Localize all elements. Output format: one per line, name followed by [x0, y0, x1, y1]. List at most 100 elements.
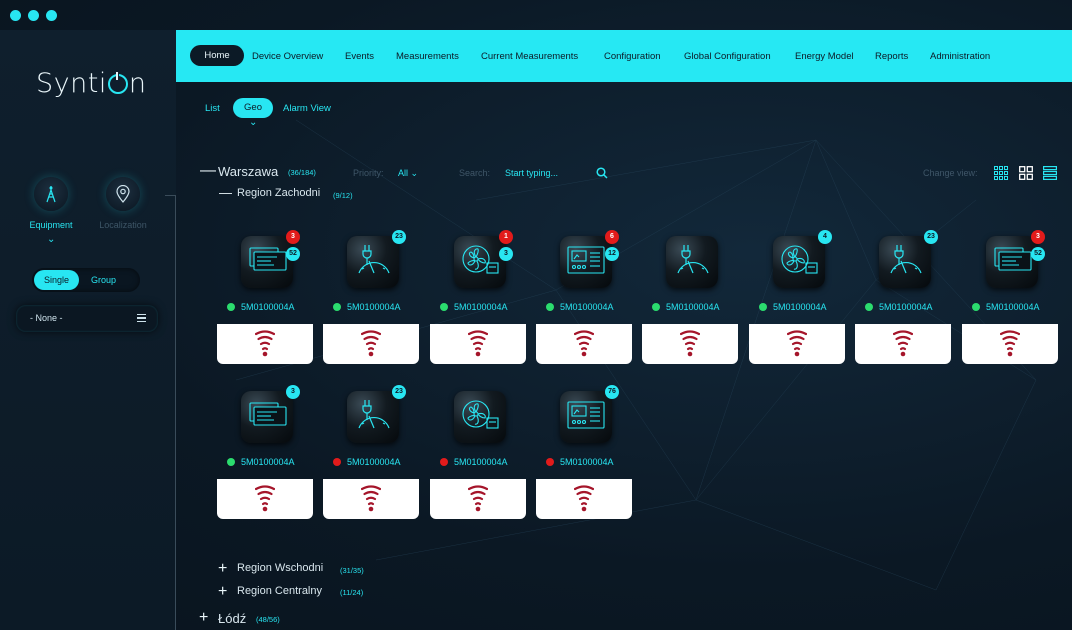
device-id[interactable]: 5M0100004A [773, 302, 827, 312]
device-id[interactable]: 5M0100004A [560, 457, 614, 467]
signal-panel[interactable] [217, 479, 313, 519]
device-tile[interactable] [347, 236, 399, 288]
list-view-icon[interactable] [1043, 166, 1057, 180]
nav-current-measurements[interactable]: Current Measurements [481, 51, 578, 62]
device-card[interactable]: 3 52 5M0100004A [217, 230, 313, 376]
nav-configuration[interactable]: Configuration [604, 51, 661, 62]
panel-icon [992, 244, 1032, 281]
expand-icon[interactable]: + [218, 584, 227, 600]
device-card[interactable]: 76 5M0100004A [536, 385, 632, 531]
signal-panel[interactable] [962, 324, 1058, 364]
signal-panel[interactable] [749, 324, 845, 364]
device-card[interactable]: 3 52 5M0100004A [962, 230, 1058, 376]
signal-panel[interactable] [536, 324, 632, 364]
search-input[interactable]: Start typing... [505, 168, 558, 178]
device-tile[interactable] [560, 236, 612, 288]
window-dot[interactable] [46, 10, 57, 21]
nav-energy-model[interactable]: Energy Model [795, 51, 854, 62]
nav-reports[interactable]: Reports [875, 51, 908, 62]
signal-panel[interactable] [642, 324, 738, 364]
grid-large-view-icon[interactable] [1019, 166, 1033, 180]
device-id[interactable]: 5M0100004A [347, 302, 401, 312]
device-tile[interactable] [879, 236, 931, 288]
device-tile[interactable] [666, 236, 718, 288]
window-dot[interactable] [10, 10, 21, 21]
device-id[interactable]: 5M0100004A [560, 302, 614, 312]
localization-icon[interactable] [106, 177, 140, 211]
device-tile[interactable] [986, 236, 1038, 288]
event-count-badge: 52 [286, 247, 300, 261]
group-title-warszawa[interactable]: Warszawa [218, 164, 278, 179]
device-tile[interactable] [241, 236, 293, 288]
group-title-centralny[interactable]: Region Centralny [237, 585, 322, 597]
equipment-label[interactable]: Equipment [16, 220, 86, 230]
device-tile[interactable] [773, 236, 825, 288]
device-tile[interactable] [241, 391, 293, 443]
device-id[interactable]: 5M0100004A [986, 302, 1040, 312]
fan-icon [779, 243, 819, 282]
signal-panel[interactable] [430, 324, 526, 364]
device-id[interactable]: 5M0100004A [454, 302, 508, 312]
device-card[interactable]: 3 5M0100004A [217, 385, 313, 531]
status-dot [227, 303, 235, 311]
device-id[interactable]: 5M0100004A [347, 457, 401, 467]
device-tile[interactable] [347, 391, 399, 443]
device-card[interactable]: 23 5M0100004A [323, 385, 419, 531]
device-card[interactable]: 5M0100004A [430, 391, 526, 531]
device-card[interactable]: 6 12 5M0100004A [536, 230, 632, 376]
collapse-icon[interactable]: — [219, 185, 232, 201]
signal-panel[interactable] [217, 324, 313, 364]
collapse-icon[interactable]: — [200, 163, 216, 179]
device-card[interactable]: 23 5M0100004A [323, 230, 419, 376]
nav-home[interactable]: Home [190, 45, 244, 66]
device-tile[interactable] [454, 391, 506, 443]
window-dot[interactable] [28, 10, 39, 21]
device-id[interactable]: 5M0100004A [454, 457, 508, 467]
sidebar: Synti n Equipment ⌄ Localization Single G… [0, 30, 176, 630]
search-icon[interactable] [596, 167, 608, 179]
device-id[interactable]: 5M0100004A [879, 302, 933, 312]
status-dot [227, 458, 235, 466]
subnav-geo[interactable]: Geo [233, 98, 273, 118]
signal-panel[interactable] [536, 479, 632, 519]
nav-administration[interactable]: Administration [930, 51, 990, 62]
group-title-lodz[interactable]: Łódź [218, 611, 246, 626]
signal-panel[interactable] [855, 324, 951, 364]
menu-icon[interactable] [137, 314, 146, 322]
mode-single-button[interactable]: Single [34, 270, 80, 290]
device-id[interactable]: 5M0100004A [241, 302, 295, 312]
subnav-alarm-view[interactable]: Alarm View [283, 103, 331, 114]
signal-panel[interactable] [323, 324, 419, 364]
nav-global-configuration[interactable]: Global Configuration [684, 51, 771, 62]
group-title-wschodni[interactable]: Region Wschodni [237, 562, 323, 574]
device-id[interactable]: 5M0100004A [666, 302, 720, 312]
expand-icon[interactable]: + [218, 561, 227, 577]
status-dot [652, 303, 660, 311]
device-card[interactable]: 4 5M0100004A [749, 230, 845, 376]
mode-group-button[interactable]: Group [81, 270, 126, 290]
change-view-label: Change view: [923, 168, 978, 178]
nav-events[interactable]: Events [345, 51, 374, 62]
device-card[interactable]: 1 3 5M0100004A [430, 230, 526, 376]
status-dot [865, 303, 873, 311]
signal-panel[interactable] [323, 479, 419, 519]
grid-small-view-icon[interactable] [994, 166, 1008, 180]
expand-icon[interactable]: + [199, 610, 208, 626]
panel-icon [247, 399, 287, 436]
group-title-zachodni[interactable]: Region Zachodni [237, 187, 320, 199]
signal-icon [574, 485, 594, 512]
priority-select[interactable]: All ⌄ [398, 168, 418, 179]
device-card[interactable]: 23 5M0100004A [855, 230, 951, 376]
device-card[interactable]: 5M0100004A [642, 236, 738, 376]
equipment-icon[interactable] [34, 177, 68, 211]
nav-measurements[interactable]: Measurements [396, 51, 459, 62]
device-id[interactable]: 5M0100004A [241, 457, 295, 467]
localization-label[interactable]: Localization [88, 220, 158, 230]
group-select[interactable]: - None - [16, 305, 158, 332]
subnav-list[interactable]: List [205, 103, 220, 114]
nav-device-overview[interactable]: Device Overview [252, 51, 323, 62]
signal-panel[interactable] [430, 479, 526, 519]
device-tile[interactable] [454, 236, 506, 288]
device-status: 5M0100004A [652, 302, 720, 312]
device-tile[interactable] [560, 391, 612, 443]
